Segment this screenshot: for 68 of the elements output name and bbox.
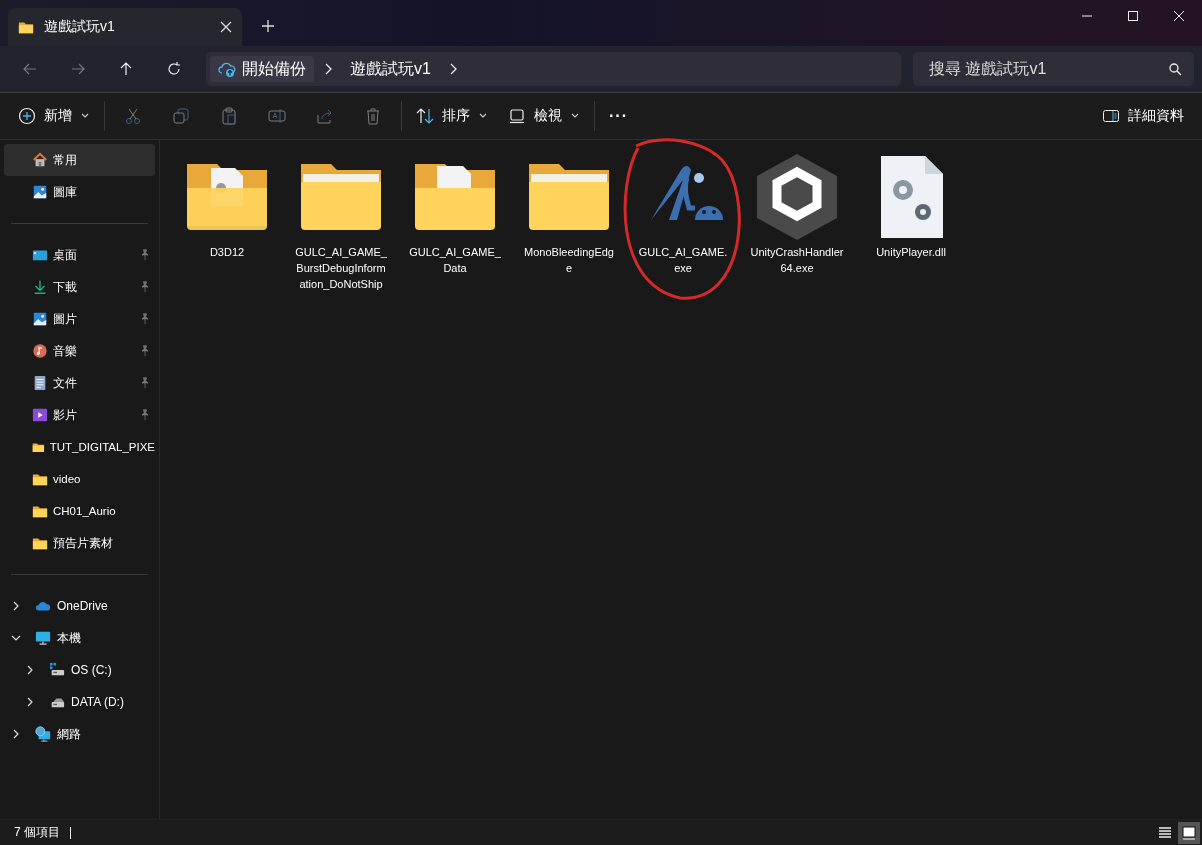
trash-icon <box>364 107 382 125</box>
toolbar-menu-button[interactable]: 新增 <box>8 99 100 133</box>
tree-item[interactable]: OneDrive <box>0 590 159 622</box>
toolbar-menu-button[interactable]: 排序 <box>406 99 498 133</box>
sidebar-item[interactable]: 常用 <box>4 144 155 176</box>
house-icon <box>32 152 48 168</box>
toolbar-menu-button[interactable]: 檢視 <box>498 99 590 133</box>
search-field[interactable]: 搜尋 遊戲試玩v1 <box>913 52 1194 86</box>
document-icon <box>32 375 48 391</box>
sidebar-item[interactable]: 圖片 <box>4 303 155 335</box>
maximize-icon[interactable] <box>1127 10 1139 22</box>
sidebar-item[interactable]: 預告片素材 <box>4 527 155 559</box>
file-item[interactable]: GULC_AI_GAME.exe <box>626 150 740 276</box>
sidebar-item[interactable]: 圖庫 <box>4 176 155 208</box>
tree-item[interactable]: 網路 <box>0 718 159 750</box>
picture-icon <box>32 184 48 200</box>
copy-icon <box>172 107 190 125</box>
video-icon <box>32 407 48 423</box>
tree-item[interactable]: OS (C:) <box>0 654 159 686</box>
music-note-icon <box>32 343 48 359</box>
file-item[interactable]: UnityCrashHandler64.exe <box>740 150 854 276</box>
rename-icon <box>268 107 286 125</box>
large-icons-view-button[interactable] <box>1178 821 1200 844</box>
sidebar-item[interactable]: 影片 <box>4 399 155 431</box>
item-count: 7 個項目 <box>14 824 60 841</box>
tree-item[interactable]: DATA (D:) <box>0 686 159 718</box>
drive-icon <box>49 662 65 678</box>
cloud-backup-icon <box>218 60 236 78</box>
sort-arrows-icon <box>416 107 434 125</box>
breadcrumb[interactable]: 開始備份 <box>210 56 314 82</box>
breadcrumb[interactable]: 遊戲試玩v1 <box>342 56 439 82</box>
forward-arrow-icon[interactable] <box>70 61 86 77</box>
plus-circle-icon <box>18 107 36 125</box>
sidebar-item[interactable]: 下載 <box>4 271 155 303</box>
file-item[interactable]: UnityPlayer.dll <box>854 150 968 260</box>
picture-icon <box>32 311 48 327</box>
file-item[interactable]: MonoBleedingEdge <box>512 150 626 276</box>
tab-title: 遊戲試玩v1 <box>44 18 116 36</box>
scissors-icon <box>124 107 142 125</box>
sidebar-item[interactable]: TUT_DIGITAL_PIXE <box>4 431 155 463</box>
details-pane-icon <box>1102 107 1120 125</box>
monitor-icon <box>508 107 526 125</box>
search-icon <box>1168 62 1182 76</box>
sidebar-item[interactable]: CH01_Aurio <box>4 495 155 527</box>
more-button[interactable]: ··· <box>599 99 638 133</box>
details-pane-button[interactable]: 詳細資料 <box>1092 99 1194 133</box>
sidebar-item[interactable]: 音樂 <box>4 335 155 367</box>
network-icon <box>35 726 51 742</box>
sidebar-item[interactable]: 文件 <box>4 367 155 399</box>
tab[interactable]: 遊戲試玩v1 <box>8 8 242 46</box>
clipboard-icon <box>220 107 238 125</box>
up-arrow-icon[interactable] <box>118 61 134 77</box>
file-item[interactable]: GULC_AI_GAME_BurstDebugInformation_DoNotShip <box>284 150 398 292</box>
address-bar[interactable]: 開始備份 遊戲試玩v1 <box>206 52 901 86</box>
file-item[interactable]: D3D12 <box>170 150 284 260</box>
share-icon <box>316 107 334 125</box>
close-icon[interactable] <box>1173 10 1185 22</box>
download-icon <box>32 279 48 295</box>
window-icon <box>1181 824 1197 841</box>
close-icon[interactable] <box>220 21 232 33</box>
sidebar-item[interactable]: video <box>4 463 155 495</box>
tree-item[interactable]: 本機 <box>0 622 159 654</box>
list-icon <box>1157 824 1173 841</box>
sidebar-item[interactable]: 桌面 <box>4 239 155 271</box>
back-arrow-icon[interactable] <box>22 61 38 77</box>
monitor-icon <box>35 630 51 646</box>
refresh-icon[interactable] <box>166 61 182 77</box>
file-item[interactable]: GULC_AI_GAME_Data <box>398 150 512 276</box>
